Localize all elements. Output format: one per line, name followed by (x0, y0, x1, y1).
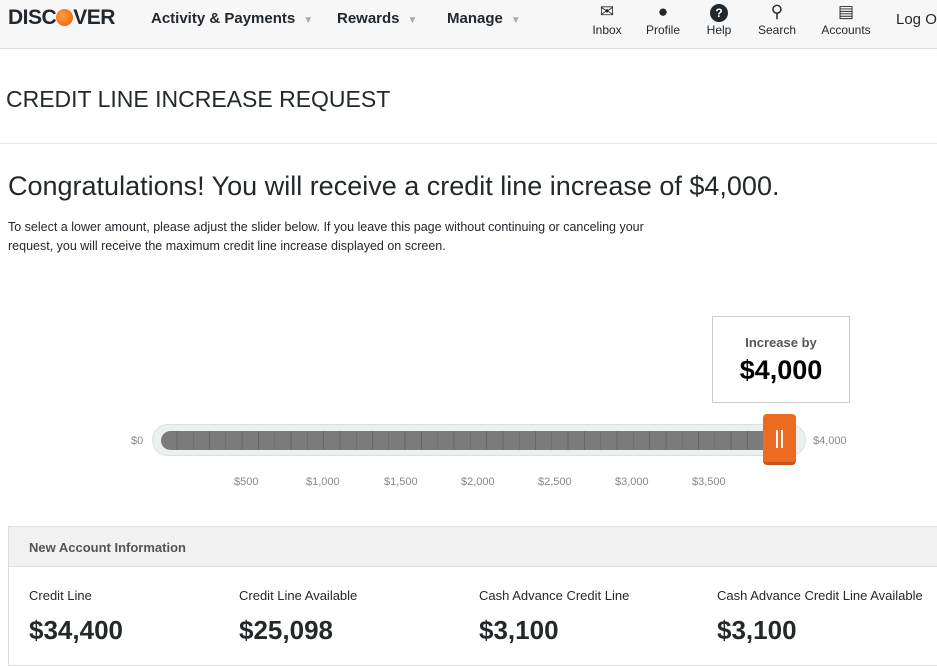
cards-icon: ▤ (837, 2, 855, 21)
chevron-down-icon: ▼ (510, 15, 521, 26)
tick-label: $2,000 (461, 476, 495, 488)
accounts-label: Accounts (821, 23, 871, 37)
tick-label: $3,000 (615, 476, 649, 488)
nav-label: Activity & Payments (151, 10, 296, 27)
info-label: Cash Advance Credit Line (479, 588, 630, 603)
inbox-button[interactable]: ✉ Inbox (590, 0, 624, 37)
info-cash-advance-available: Cash Advance Credit Line Available $3,100 (717, 588, 923, 646)
info-label: Cash Advance Credit Line Available (717, 588, 923, 603)
tick-label: $3,500 (692, 476, 726, 488)
profile-label: Profile (645, 23, 680, 37)
info-credit-line-available: Credit Line Available $25,098 (239, 588, 357, 646)
tick-label: $2,500 (538, 476, 572, 488)
info-value: $3,100 (479, 615, 559, 645)
person-icon: ● (657, 2, 669, 21)
congrats-heading: Congratulations! You will receive a cred… (8, 171, 780, 201)
profile-button[interactable]: ● Profile (643, 0, 683, 37)
info-value: $34,400 (29, 615, 123, 645)
discover-logo[interactable]: DISC VER (8, 6, 115, 30)
info-label: Credit Line (29, 588, 92, 603)
info-credit-line: Credit Line $34,400 (29, 588, 123, 646)
slider-max-label: $4,000 (813, 435, 847, 447)
search-button[interactable]: ⚲ Search (755, 0, 799, 37)
tick-label: $1,500 (384, 476, 418, 488)
nav-rewards[interactable]: Rewards ▼ (337, 10, 417, 27)
envelope-icon: ✉ (599, 2, 615, 21)
help-label: Help (706, 23, 732, 37)
question-icon: ? (703, 1, 735, 23)
nav-activity-payments[interactable]: Activity & Payments ▼ (151, 10, 313, 27)
nav-manage[interactable]: Manage ▼ (447, 10, 521, 27)
accounts-button[interactable]: ▤ Accounts (819, 0, 873, 37)
inbox-label: Inbox (592, 23, 622, 37)
search-label: Search (757, 23, 797, 37)
nav-label: Rewards (337, 10, 400, 27)
slider-handle[interactable] (763, 414, 796, 465)
instructions-text: To select a lower amount, please adjust … (8, 220, 644, 253)
info-value: $3,100 (717, 615, 797, 645)
slider-tooltip: Increase by $4,000 (712, 316, 850, 403)
nav-label: Manage (447, 10, 503, 27)
new-account-info-panel: New Account Information Credit Line $34,4… (8, 526, 937, 666)
info-cash-advance-line: Cash Advance Credit Line $3,100 (479, 588, 629, 646)
divider (0, 143, 937, 144)
top-nav: DISC VER Activity & Payments ▼ Rewards ▼ Ma… (0, 0, 937, 49)
tooltip-label: Increase by (745, 335, 817, 350)
help-button[interactable]: ? Help (703, 0, 735, 37)
chevron-down-icon: ▼ (407, 15, 418, 26)
logout-link[interactable]: Log Out (896, 11, 937, 28)
credit-slider-track[interactable] (152, 424, 806, 456)
slider-min-label: $0 (131, 435, 144, 447)
page-title: CREDIT LINE INCREASE REQUEST (6, 86, 391, 112)
tooltip-value: $4,000 (739, 355, 823, 385)
slider-fill (161, 431, 781, 450)
info-value: $25,098 (239, 615, 333, 645)
tick-label: $500 (234, 476, 259, 488)
panel-title: New Account Information (9, 527, 937, 567)
info-label: Credit Line Available (239, 588, 358, 603)
chevron-down-icon: ▼ (303, 15, 314, 26)
tick-label: $1,000 (306, 476, 340, 488)
search-icon: ⚲ (770, 2, 784, 21)
